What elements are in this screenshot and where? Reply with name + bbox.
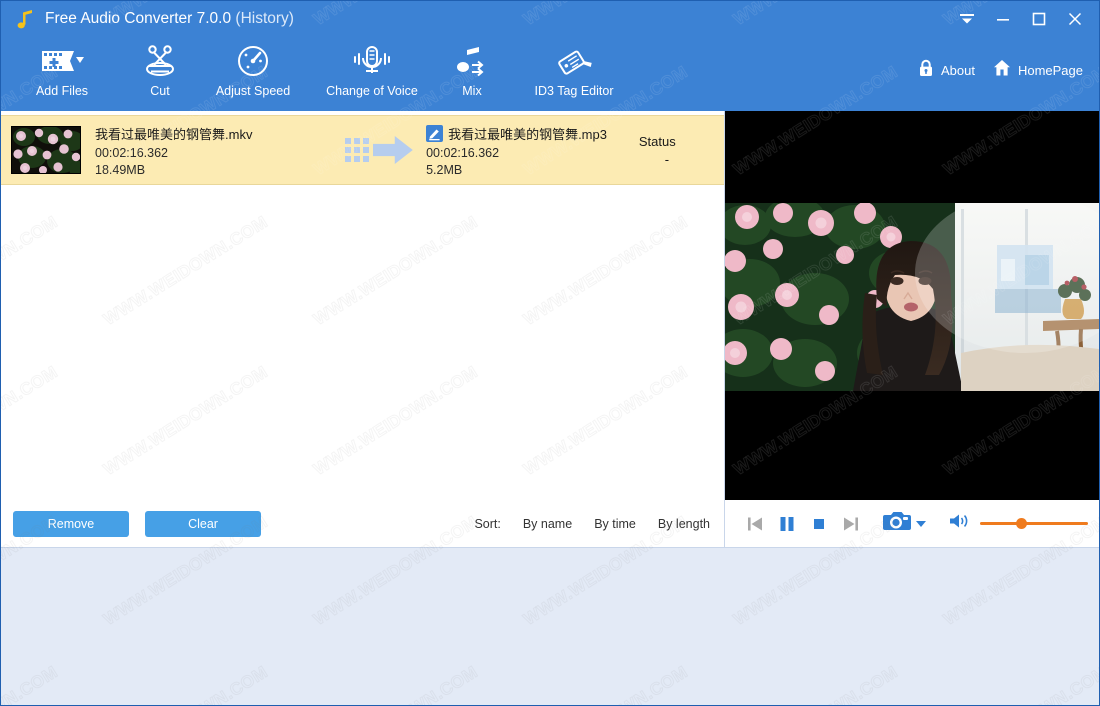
toolbar-item-mix[interactable]: Mix	[435, 37, 509, 111]
file-list[interactable]: 我看过最唯美的钢管舞.mkv 00:02:16.362 18.49MB 我看过最…	[1, 111, 724, 501]
lock-icon	[918, 59, 934, 82]
output-file-name-line: 我看过最唯美的钢管舞.mp3	[426, 124, 639, 143]
toolbar-item-change-of-voice-label: Change of Voice	[326, 84, 418, 98]
arrow-head	[372, 136, 413, 164]
arrow-trail-dots	[344, 138, 369, 162]
sort-by-time[interactable]: By time	[594, 517, 636, 531]
output-file-duration: 00:02:16.362	[426, 145, 500, 160]
status-column: Status -	[639, 134, 724, 167]
add-files-icon	[40, 41, 84, 81]
pencil-edit-icon[interactable]	[426, 124, 444, 142]
source-file-duration: 00:02:16.362	[95, 145, 168, 160]
clear-button[interactable]: Clear	[145, 511, 261, 537]
title-bar: Free Audio Converter 7.0.0 (History)	[1, 1, 1099, 37]
minimize-icon[interactable]	[985, 4, 1021, 34]
file-list-pane: 我看过最唯美的钢管舞.mkv 00:02:16.362 18.49MB 我看过最…	[1, 111, 725, 547]
microphone-icon	[351, 41, 393, 81]
application-window: Free Audio Converter 7.0.0 (History) Add…	[0, 0, 1100, 706]
status-badge: -	[664, 151, 670, 167]
toolbar-item-adjust-speed-label: Adjust Speed	[215, 84, 291, 98]
music-mix-icon	[454, 41, 490, 81]
homepage-label: HomePage	[1017, 63, 1083, 78]
toolbar-item-change-of-voice[interactable]: Change of Voice	[309, 37, 435, 111]
sort-by-name[interactable]: By name	[523, 517, 572, 531]
about-label: About	[940, 63, 975, 78]
convert-arrow-icon	[331, 136, 426, 164]
toolbar-item-cut-label: Cut	[150, 84, 170, 98]
previous-button[interactable]	[739, 508, 771, 540]
about-button[interactable]: About	[918, 59, 975, 82]
video-frame-image	[725, 203, 1099, 391]
preview-player-pane	[725, 111, 1099, 547]
next-button[interactable]	[835, 508, 867, 540]
window-controls	[949, 1, 1093, 37]
speedometer-icon	[236, 41, 270, 81]
scissors-icon	[142, 41, 178, 81]
home-icon	[993, 59, 1011, 82]
window-title: Free Audio Converter 7.0.0 (History)	[45, 10, 294, 28]
window-title-suffix: (History)	[235, 10, 294, 27]
stop-button[interactable]	[803, 508, 835, 540]
sort-controls: Sort: By name By time By length	[474, 517, 710, 531]
source-file-size: 18.49MB	[95, 162, 146, 177]
output-file-size: 5.2MB	[426, 162, 463, 177]
toolbar-right-group: About HomePage	[918, 37, 1099, 82]
snapshot-button[interactable]	[883, 509, 926, 538]
output-file-info: 我看过最唯美的钢管舞.mp3 00:02:16.362 5.2MB	[426, 124, 639, 177]
table-row[interactable]: 我看过最唯美的钢管舞.mkv 00:02:16.362 18.49MB 我看过最…	[1, 115, 724, 185]
maximize-icon[interactable]	[1021, 4, 1057, 34]
video-thumbnail	[11, 126, 81, 174]
volume-control	[948, 511, 1088, 536]
source-file-name: 我看过最唯美的钢管舞.mkv	[95, 126, 253, 142]
sort-label: Sort:	[474, 517, 501, 531]
collapse-icon[interactable]	[949, 4, 985, 34]
file-list-footer: Remove Clear Sort: By name By time By le…	[1, 501, 724, 547]
video-preview[interactable]	[725, 111, 1099, 500]
output-file-name: 我看过最唯美的钢管舞.mp3	[448, 126, 607, 142]
body-area: 我看过最唯美的钢管舞.mkv 00:02:16.362 18.49MB 我看过最…	[1, 111, 1099, 547]
toolbar-item-mix-label: Mix	[462, 84, 482, 98]
toolbar-item-add-files[interactable]: Add Files	[1, 37, 123, 111]
main-toolbar: Add Files Cut Adjust Speed Change of Voi…	[1, 37, 1099, 111]
volume-slider[interactable]	[980, 518, 1088, 529]
close-icon[interactable]	[1057, 4, 1093, 34]
remove-button[interactable]: Remove	[13, 511, 129, 537]
music-note-icon	[15, 8, 35, 30]
player-controls	[725, 500, 1099, 547]
toolbar-item-id3-tag-editor[interactable]: ID3 Tag Editor	[509, 37, 639, 111]
pause-button[interactable]	[771, 508, 803, 540]
settings-panel: Output Format: MP3 Quality: High(Larger …	[1, 547, 1099, 705]
toolbar-item-adjust-speed[interactable]: Adjust Speed	[197, 37, 309, 111]
volume-slider-knob[interactable]	[1016, 518, 1027, 529]
toolbar-item-cut[interactable]: Cut	[123, 37, 197, 111]
chevron-down-icon	[916, 520, 926, 527]
status-header: Status	[638, 133, 676, 149]
toolbar-item-add-files-label: Add Files	[35, 84, 89, 98]
camera-icon	[883, 509, 911, 538]
sort-by-length[interactable]: By length	[658, 517, 710, 531]
tag-pencil-icon	[555, 41, 593, 81]
window-title-text: Free Audio Converter 7.0.0	[45, 10, 232, 27]
source-file-info: 我看过最唯美的钢管舞.mkv 00:02:16.362 18.49MB	[95, 124, 331, 177]
toolbar-item-id3-tag-editor-label: ID3 Tag Editor	[534, 84, 614, 98]
speaker-icon[interactable]	[948, 511, 970, 536]
homepage-button[interactable]: HomePage	[993, 59, 1083, 82]
